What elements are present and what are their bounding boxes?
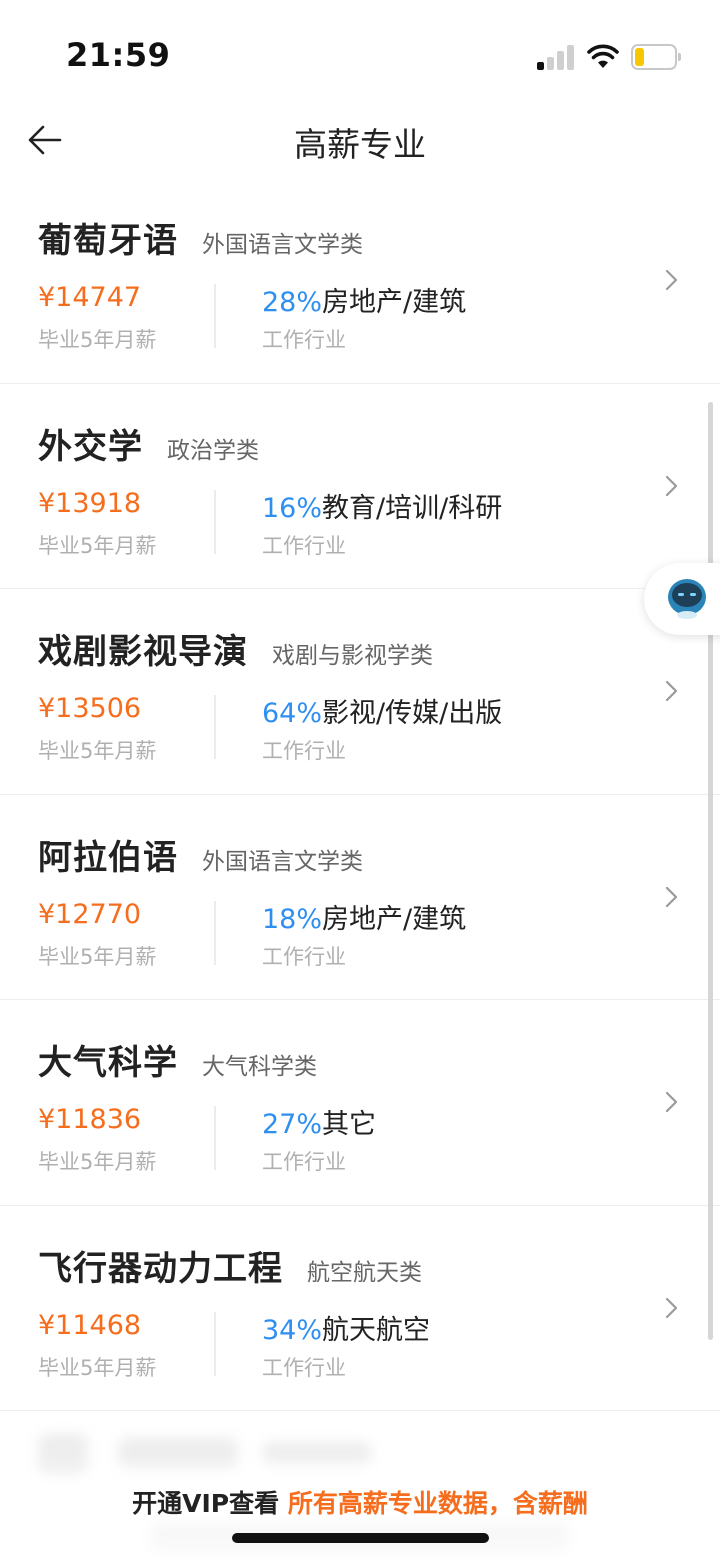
chevron-right-icon — [665, 475, 678, 496]
vip-upgrade-banner[interactable]: 开通VIP查看 所有高薪专业数据，含薪酬 — [0, 1484, 720, 1520]
page-title: 高薪专业 — [294, 125, 426, 164]
salary-value: ¥13506 — [38, 693, 142, 724]
industry-name: 房地产/建筑 — [322, 287, 467, 318]
chevron-right-icon — [665, 680, 678, 702]
industry-label: 工作行业 — [262, 533, 346, 558]
salary-value: ¥12770 — [38, 898, 142, 930]
industry-info: 28%房地产/建筑 — [262, 280, 466, 319]
salary-value: ¥11836 — [38, 1104, 142, 1135]
chevron-right-icon — [665, 1297, 678, 1318]
salary-label: 毕业5年月薪 — [38, 533, 157, 558]
vertical-divider — [214, 1106, 216, 1170]
robot-icon — [668, 579, 706, 619]
chevron-right-icon — [665, 269, 678, 291]
major-name: 外交学 — [38, 426, 143, 467]
major-header: 大气科学 大气科学类 — [38, 1035, 317, 1084]
industry-info: 16%教育/培训/科研 — [262, 486, 502, 525]
industry-label: 工作行业 — [262, 328, 346, 352]
vip-banner-prefix: 开通VIP查看 — [132, 1489, 288, 1518]
status-time: 21:59 — [66, 36, 171, 74]
salary-label: 毕业5年月薪 — [38, 1355, 157, 1380]
cellular-signal-icon — [537, 44, 577, 70]
major-category: 外国语言文学类 — [202, 848, 363, 875]
industry-name: 房地产/建筑 — [322, 903, 467, 935]
industry-percent: 27% — [262, 1109, 323, 1140]
major-list-item[interactable]: 戏剧影视导演 戏剧与影视学类 ¥13506 毕业5年月薪 64%影视/传媒/出版… — [0, 589, 720, 795]
major-header: 外交学 政治学类 — [38, 419, 259, 468]
salary-value: ¥11468 — [38, 1309, 142, 1341]
major-name: 大气科学 — [38, 1043, 178, 1083]
industry-info: 34%航天航空 — [262, 1308, 430, 1347]
industry-name: 航天航空 — [322, 1314, 431, 1346]
salary-label: 毕业5年月薪 — [38, 739, 157, 763]
major-list-item[interactable]: 葡萄牙语 外国语言文学类 ¥14747 毕业5年月薪 28%房地产/建筑 工作行… — [0, 178, 720, 384]
industry-info: 64%影视/传媒/出版 — [262, 691, 502, 730]
salary-value: ¥14747 — [38, 282, 142, 313]
major-list: 葡萄牙语 外国语言文学类 ¥14747 毕业5年月薪 28%房地产/建筑 工作行… — [0, 178, 720, 1411]
industry-name: 其它 — [322, 1109, 377, 1140]
nav-bar: 高薪专业 — [0, 110, 720, 170]
major-header: 阿拉伯语 外国语言文学类 — [38, 830, 363, 879]
industry-percent: 28% — [262, 287, 323, 318]
major-category: 政治学类 — [167, 437, 259, 464]
vertical-divider — [214, 695, 216, 759]
industry-name: 影视/传媒/出版 — [322, 698, 503, 729]
major-name: 戏剧影视导演 — [38, 632, 248, 672]
major-name: 飞行器动力工程 — [38, 1248, 283, 1289]
salary-label: 毕业5年月薪 — [38, 1150, 157, 1174]
vertical-divider — [214, 284, 216, 348]
major-name: 葡萄牙语 — [38, 221, 178, 261]
major-header: 葡萄牙语 外国语言文学类 — [38, 213, 363, 262]
industry-label: 工作行业 — [262, 944, 346, 969]
industry-label: 工作行业 — [262, 739, 346, 763]
industry-name: 教育/培训/科研 — [322, 492, 503, 524]
assistant-button[interactable] — [644, 563, 720, 635]
wifi-icon — [587, 44, 619, 68]
major-name: 阿拉伯语 — [38, 837, 178, 878]
major-list-item[interactable]: 阿拉伯语 外国语言文学类 ¥12770 毕业5年月薪 18%房地产/建筑 工作行… — [0, 795, 720, 1000]
home-indicator[interactable] — [232, 1533, 489, 1543]
vertical-divider — [214, 900, 216, 965]
status-bar: 21:59 — [0, 0, 720, 110]
industry-percent: 18% — [262, 903, 323, 935]
major-category: 戏剧与影视学类 — [272, 643, 433, 669]
industry-label: 工作行业 — [262, 1150, 346, 1174]
major-header: 戏剧影视导演 戏剧与影视学类 — [38, 624, 433, 673]
scrollbar[interactable] — [708, 402, 713, 1340]
vertical-divider — [214, 1311, 216, 1376]
salary-label: 毕业5年月薪 — [38, 328, 157, 352]
major-category: 外国语言文学类 — [202, 232, 363, 258]
major-category: 大气科学类 — [202, 1054, 317, 1080]
major-list-item[interactable]: 外交学 政治学类 ¥13918 毕业5年月薪 16%教育/培训/科研 工作行业 — [0, 384, 720, 589]
major-list-item[interactable]: 飞行器动力工程 航空航天类 ¥11468 毕业5年月薪 34%航天航空 工作行业 — [0, 1206, 720, 1411]
vertical-divider — [214, 489, 216, 554]
vip-banner-highlight: 所有高薪专业数据，含薪酬 — [287, 1489, 588, 1518]
major-header: 飞行器动力工程 航空航天类 — [38, 1241, 422, 1290]
salary-label: 毕业5年月薪 — [38, 944, 157, 969]
chevron-right-icon — [665, 1091, 678, 1113]
industry-info: 27%其它 — [262, 1102, 376, 1141]
industry-percent: 16% — [262, 492, 323, 524]
chevron-right-icon — [665, 886, 678, 907]
battery-icon — [631, 44, 681, 70]
industry-percent: 34% — [262, 1314, 323, 1346]
industry-label: 工作行业 — [262, 1355, 346, 1380]
salary-value: ¥13918 — [38, 487, 142, 519]
industry-percent: 64% — [262, 698, 323, 729]
industry-info: 18%房地产/建筑 — [262, 897, 466, 936]
major-category: 航空航天类 — [307, 1259, 422, 1286]
major-list-item[interactable]: 大气科学 大气科学类 ¥11836 毕业5年月薪 27%其它 工作行业 — [0, 1000, 720, 1206]
